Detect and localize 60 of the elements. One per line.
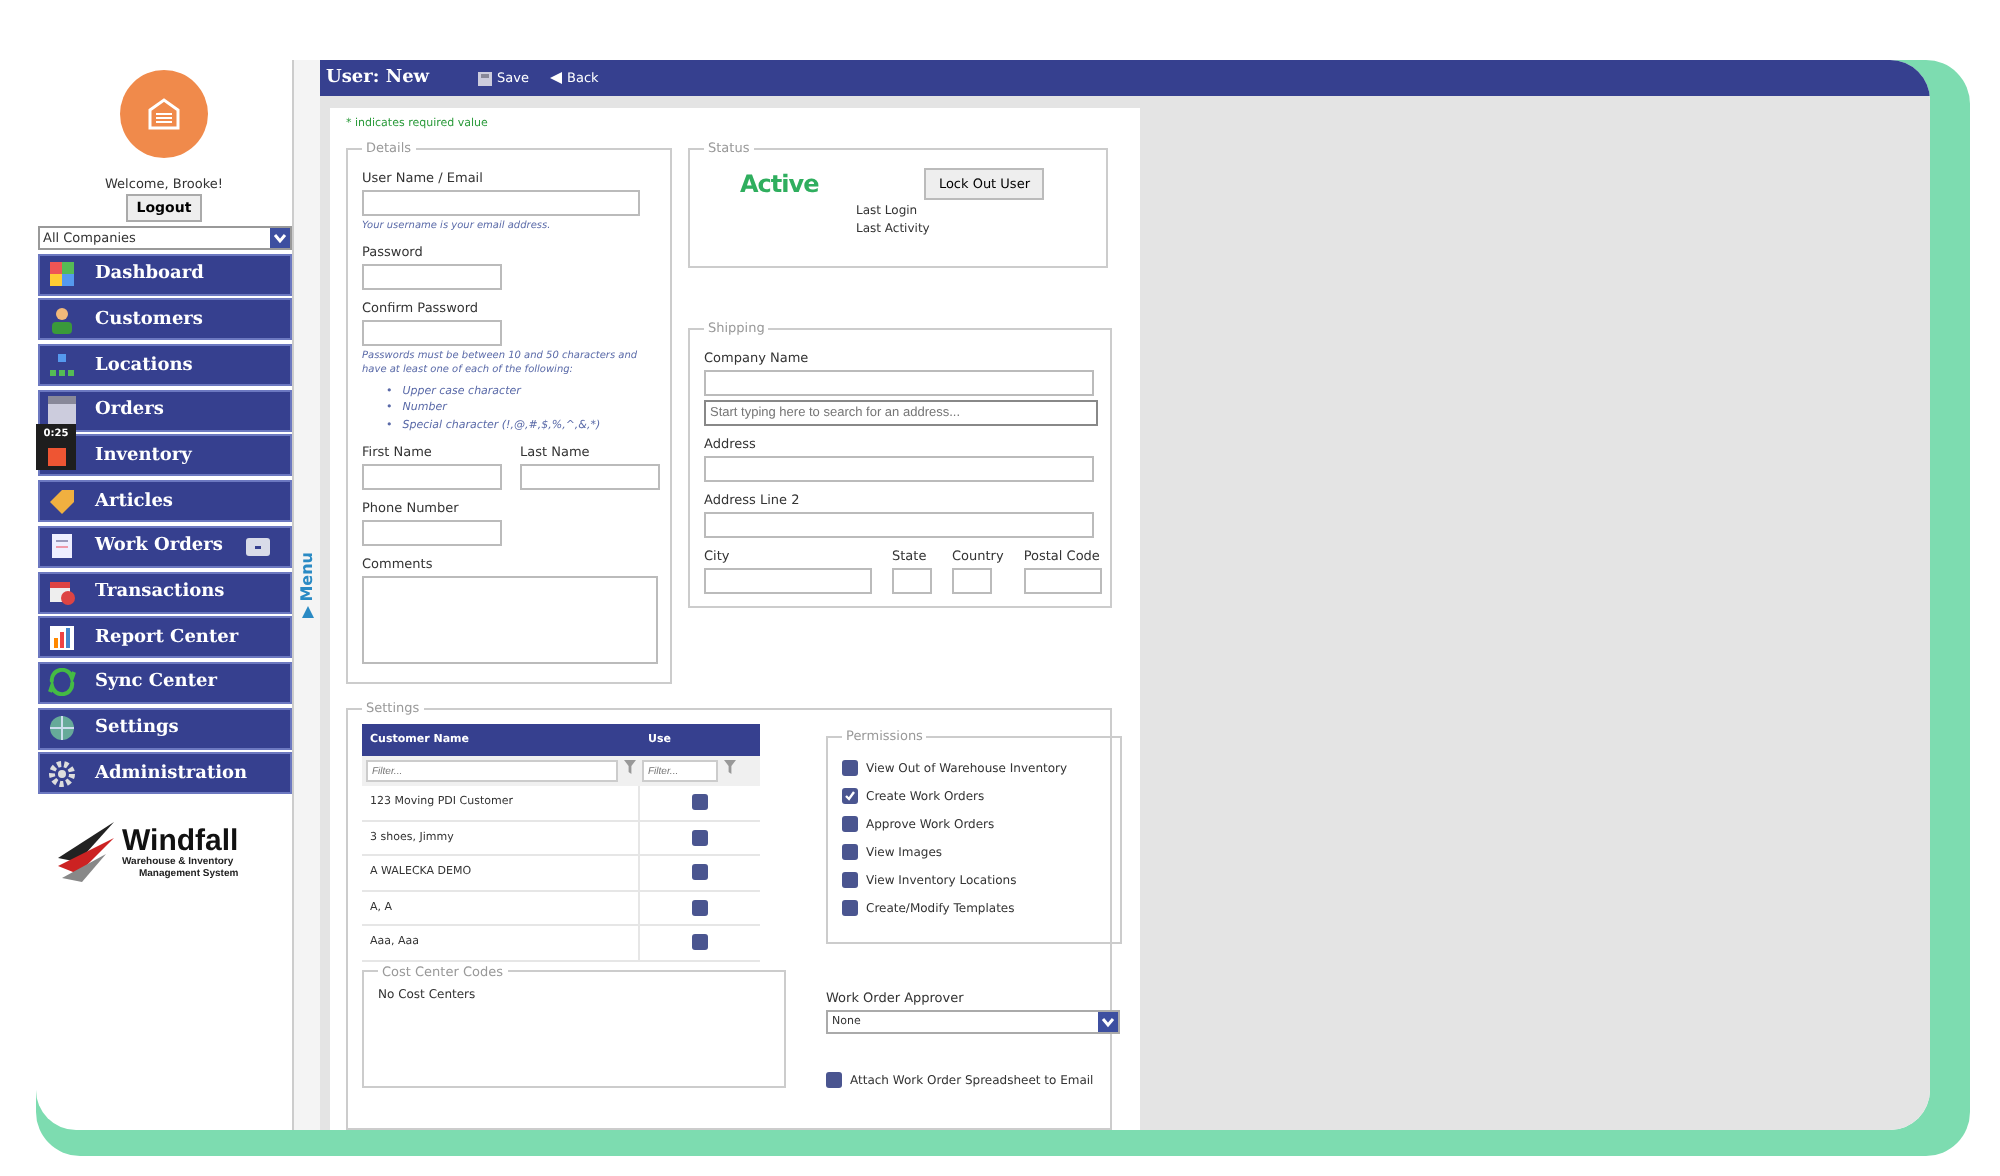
first-name-field[interactable]: [362, 463, 502, 490]
menu-item[interactable]: Sync Center: [37, 661, 291, 704]
checkbox[interactable]: [692, 934, 708, 951]
checkbox[interactable]: [692, 829, 708, 846]
checkbox[interactable]: [692, 899, 708, 916]
city-field[interactable]: [704, 568, 872, 594]
menu-item[interactable]: Locations: [37, 344, 291, 387]
gear-icon: [47, 759, 75, 788]
filter-icon[interactable]: [624, 760, 636, 774]
menu-item[interactable]: Dashboard: [37, 253, 291, 296]
brand-name: Windfall: [122, 825, 239, 856]
checkbox[interactable]: [842, 760, 858, 776]
menu-item[interactable]: Administration: [37, 752, 291, 795]
stop-icon[interactable]: [47, 448, 65, 466]
password-field[interactable]: [362, 264, 502, 290]
menu-item[interactable]: Transactions: [37, 571, 291, 613]
back-arrow-icon: [549, 72, 562, 84]
state-field[interactable]: [892, 568, 932, 594]
page-title: User: New: [326, 68, 430, 88]
tag-icon: [47, 487, 75, 516]
checkbox[interactable]: [842, 844, 858, 860]
country-field[interactable]: [952, 568, 992, 594]
box-icon: [47, 396, 75, 425]
comments-field[interactable]: [362, 575, 658, 664]
password-field[interactable]: [362, 320, 502, 346]
document-icon: [47, 532, 75, 561]
phone-field[interactable]: [362, 519, 502, 546]
checkbox[interactable]: [842, 872, 858, 888]
last-name-field[interactable]: [520, 463, 660, 490]
checkbox[interactable]: [842, 816, 858, 832]
add-icon[interactable]: [245, 537, 269, 556]
menu-item[interactable]: Work Orders: [37, 525, 291, 568]
save-icon: [477, 71, 492, 85]
menu-item[interactable]: Settings: [37, 707, 291, 750]
menu-item[interactable]: Customers: [37, 298, 291, 341]
triangle-icon[interactable]: [301, 606, 313, 619]
menu-item[interactable]: Articles: [37, 480, 291, 523]
menu-item[interactable]: Report Center: [37, 616, 291, 659]
checkbox[interactable]: [842, 788, 858, 804]
username-field[interactable]: [362, 190, 640, 216]
postal-code-field[interactable]: [1023, 568, 1102, 594]
sync-icon: [47, 668, 75, 697]
checkbox[interactable]: [692, 864, 708, 881]
caret-icon: [269, 228, 289, 248]
chart-icon: [47, 623, 75, 652]
company-field[interactable]: [704, 370, 1094, 396]
address-field[interactable]: [704, 456, 1094, 482]
checkbox[interactable]: [842, 900, 858, 916]
network-icon: [47, 351, 75, 380]
caret-icon: [1098, 1012, 1118, 1032]
calendar-icon: [47, 578, 75, 606]
filter-icon[interactable]: [724, 760, 736, 774]
person-icon: [47, 305, 75, 334]
globe-icon: [47, 714, 75, 743]
warehouse-logo-icon: [120, 70, 208, 158]
status-value: Active: [740, 170, 819, 198]
checkbox[interactable]: [692, 794, 708, 811]
grid-icon: [47, 260, 75, 289]
checkbox[interactable]: [826, 1072, 842, 1088]
address-field[interactable]: [704, 512, 1094, 538]
